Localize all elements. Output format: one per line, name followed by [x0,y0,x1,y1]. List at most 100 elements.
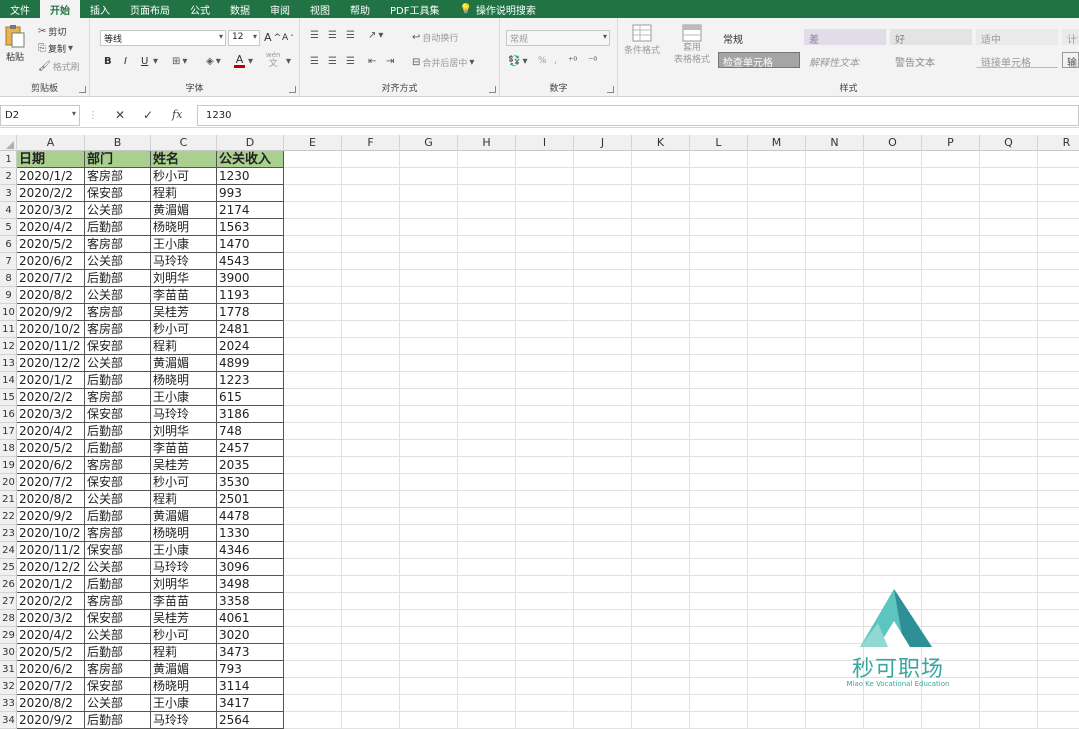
table-cell[interactable]: 4061 [217,610,284,627]
underline-button[interactable]: U [141,56,148,67]
tab-help[interactable]: 帮助 [340,0,380,18]
row-header[interactable]: 33 [0,695,17,712]
table-cell[interactable]: 4899 [217,355,284,372]
orientation-button[interactable]: ↗ ▾ [368,30,383,41]
table-cell[interactable]: 2020/8/2 [17,287,85,304]
tab-home[interactable]: 开始 [40,0,80,18]
table-cell[interactable]: 客房部 [85,593,151,610]
table-cell[interactable]: 公关部 [85,253,151,270]
table-cell[interactable]: 2020/7/2 [17,270,85,287]
border-button[interactable]: ⊞ ▾ [172,56,187,67]
table-cell[interactable]: 王小康 [151,389,217,406]
copy-button[interactable]: ⎘ 复制 ▾ [38,42,73,55]
font-launcher-icon[interactable] [289,86,296,93]
table-cell[interactable]: 黄湄媚 [151,661,217,678]
row-header[interactable]: 18 [0,440,17,457]
tab-data[interactable]: 数据 [220,0,260,18]
table-cell[interactable]: 2020/11/2 [17,542,85,559]
table-cell[interactable]: 马玲玲 [151,253,217,270]
table-cell[interactable]: 王小康 [151,236,217,253]
table-cell[interactable]: 刘明华 [151,423,217,440]
table-cell[interactable]: 后勤部 [85,644,151,661]
grow-font-button[interactable]: A ^ [264,31,281,44]
table-cell[interactable]: 2020/3/2 [17,406,85,423]
table-cell[interactable]: 4478 [217,508,284,525]
row-header[interactable]: 12 [0,338,17,355]
table-cell[interactable]: 杨晓明 [151,372,217,389]
table-cell[interactable]: 1470 [217,236,284,253]
table-cell[interactable]: 2020/8/2 [17,491,85,508]
increase-decimal-button[interactable]: ⁺⁰ [568,56,577,67]
column-header-E[interactable]: E [284,135,342,151]
row-header[interactable]: 14 [0,372,17,389]
name-box[interactable]: D2 ▾ [0,105,80,126]
row-header[interactable]: 7 [0,253,17,270]
table-cell[interactable]: 2501 [217,491,284,508]
table-cell[interactable]: 2020/2/2 [17,185,85,202]
table-cell[interactable]: 3114 [217,678,284,695]
table-cell[interactable]: 2020/10/2 [17,321,85,338]
tab-review[interactable]: 审阅 [260,0,300,18]
table-cell[interactable]: 后勤部 [85,712,151,729]
table-cell[interactable]: 2020/11/2 [17,338,85,355]
table-cell[interactable]: 2020/2/2 [17,389,85,406]
italic-button[interactable]: I [124,56,127,67]
table-cell[interactable]: 3186 [217,406,284,423]
column-header-Q[interactable]: Q [980,135,1038,151]
table-cell[interactable]: 3358 [217,593,284,610]
table-cell[interactable]: 王小康 [151,542,217,559]
table-cell[interactable]: 吴桂芳 [151,457,217,474]
table-header-cell[interactable]: 姓名 [151,151,217,168]
table-cell[interactable]: 公关部 [85,287,151,304]
row-header[interactable]: 26 [0,576,17,593]
table-cell[interactable]: 客房部 [85,168,151,185]
table-cell[interactable]: 2020/5/2 [17,644,85,661]
table-cell[interactable]: 李苗苗 [151,440,217,457]
bold-button[interactable]: B [104,56,112,67]
style-explanatory[interactable]: 解释性文本 [804,52,886,68]
style-output[interactable]: 输出 [1062,52,1079,68]
table-cell[interactable]: 程莉 [151,491,217,508]
phonetic-dropdown[interactable]: ▾ [286,56,291,67]
table-cell[interactable]: 1193 [217,287,284,304]
row-header[interactable]: 17 [0,423,17,440]
formula-bar-grip[interactable]: ⋮ [88,110,98,121]
table-cell[interactable]: 2020/3/2 [17,610,85,627]
column-header-G[interactable]: G [400,135,458,151]
row-header[interactable]: 3 [0,185,17,202]
table-cell[interactable]: 保安部 [85,610,151,627]
table-cell[interactable]: 客房部 [85,304,151,321]
table-cell[interactable]: 黄湄媚 [151,508,217,525]
column-header-D[interactable]: D [217,135,284,151]
column-header-J[interactable]: J [574,135,632,151]
row-header[interactable]: 34 [0,712,17,729]
table-cell[interactable]: 黄湄媚 [151,202,217,219]
table-cell[interactable]: 保安部 [85,474,151,491]
decrease-indent-button[interactable]: ⇤ [368,56,376,67]
row-header[interactable]: 5 [0,219,17,236]
table-cell[interactable]: 程莉 [151,644,217,661]
table-cell[interactable]: 保安部 [85,678,151,695]
shrink-font-button[interactable]: Aˇ [282,33,294,43]
row-header[interactable]: 6 [0,236,17,253]
formula-input[interactable]: 1230 [197,105,1079,126]
comma-button[interactable]: , [554,56,557,66]
table-cell[interactable]: 客房部 [85,389,151,406]
table-cell[interactable]: 2020/7/2 [17,678,85,695]
column-header-M[interactable]: M [748,135,806,151]
column-header-L[interactable]: L [690,135,748,151]
table-cell[interactable]: 1563 [217,219,284,236]
table-cell[interactable]: 马玲玲 [151,559,217,576]
table-cell[interactable]: 秒小可 [151,627,217,644]
column-header-O[interactable]: O [864,135,922,151]
table-cell[interactable]: 2020/1/2 [17,576,85,593]
align-top-button[interactable]: ☰ [310,30,319,41]
table-cell[interactable]: 2020/1/2 [17,168,85,185]
row-header[interactable]: 2 [0,168,17,185]
row-header[interactable]: 10 [0,304,17,321]
check-icon[interactable]: ✓ [143,108,153,122]
font-color-button[interactable]: A [234,54,245,68]
align-center-button[interactable]: ☰ [328,56,337,67]
table-cell[interactable]: 马玲玲 [151,406,217,423]
row-header[interactable]: 19 [0,457,17,474]
